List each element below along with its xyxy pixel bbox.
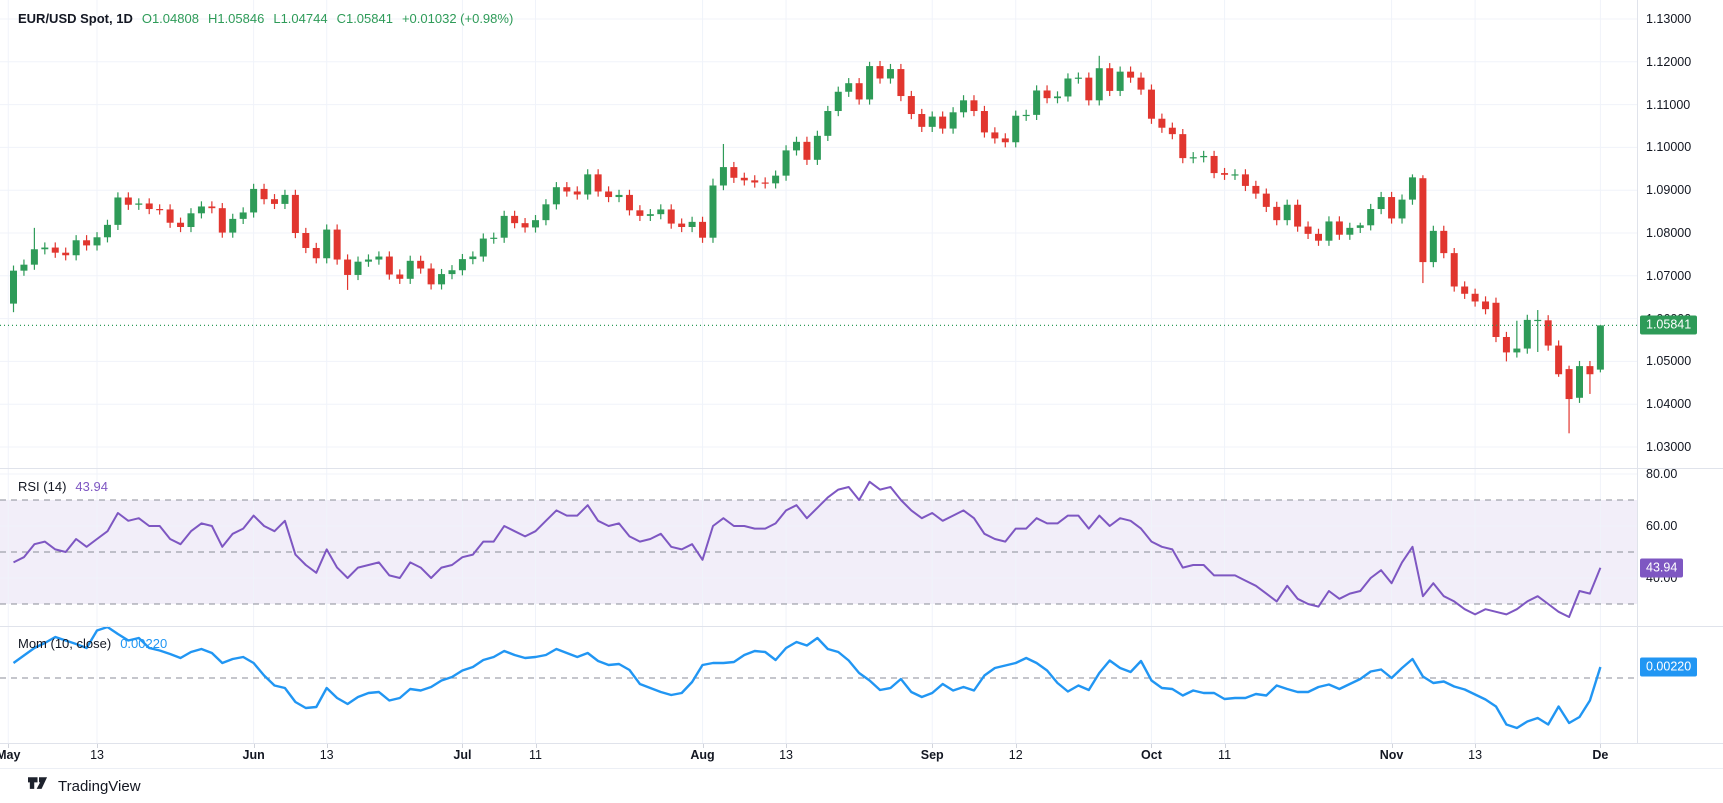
chart-canvas: [0, 0, 1637, 743]
time-axis[interactable]: May 13 Jun 13 Jul 11 Aug 13 Sep 12 Oct 11 Nov 13 De: [0, 743, 1723, 769]
rsi-legend-title[interactable]: RSI (14): [18, 479, 66, 494]
footer-bar: TradingView: [0, 768, 1723, 803]
symbol-legend[interactable]: EUR/USD Spot, 1D O1.04808 H1.05846 L1.04…: [18, 11, 513, 26]
time-axis-label: Sep: [921, 748, 944, 762]
mom-legend-title[interactable]: Mom (10, close): [18, 636, 111, 651]
rsi-legend-value: 43.94: [75, 479, 108, 494]
price-axis-label: 1.11000: [1646, 98, 1690, 112]
time-axis-label: 11: [1218, 748, 1231, 762]
chart-plot-area[interactable]: [0, 0, 1637, 743]
legend-close-value: C1.05841: [337, 11, 393, 26]
price-axis-label: 1.05000: [1646, 354, 1691, 368]
rsi-value-chip: 43.94: [1640, 558, 1683, 577]
price-axis[interactable]: 1.13000 1.12000 1.11000 1.10000 1.09000 1.080…: [1637, 0, 1723, 743]
time-axis-label: 13: [1468, 748, 1482, 762]
time-axis-label: Jul: [453, 748, 471, 762]
tradingview-brand-text[interactable]: TradingView: [58, 778, 141, 795]
pane-separator-rsi-mom[interactable]: [0, 626, 1723, 627]
legend-open-value: O1.04808: [142, 11, 199, 26]
price-axis-label: 1.08000: [1646, 226, 1691, 240]
chart-window: EUR/USD Spot, 1D O1.04808 H1.05846 L1.04…: [0, 0, 1723, 803]
time-axis-label: Oct: [1141, 748, 1162, 762]
time-axis-label: May: [0, 748, 20, 762]
time-axis-label: Nov: [1380, 748, 1404, 762]
rsi-legend[interactable]: RSI (14) 43.94: [18, 479, 108, 494]
legend-high-value: H1.05846: [208, 11, 264, 26]
time-axis-label: De: [1592, 748, 1608, 762]
rsi-axis-label: 60.00: [1646, 519, 1677, 533]
time-axis-label: 13: [90, 748, 104, 762]
price-axis-label: 1.07000: [1646, 269, 1691, 283]
price-axis-label: 1.13000: [1646, 12, 1691, 26]
mom-legend[interactable]: Mom (10, close) 0.00220: [18, 636, 167, 651]
legend-low-value: L1.04744: [273, 11, 327, 26]
rsi-axis-label: 80.00: [1646, 467, 1677, 481]
time-axis-label: Jun: [242, 748, 264, 762]
time-axis-label: Aug: [690, 748, 714, 762]
tradingview-logo-icon[interactable]: [28, 777, 50, 795]
legend-change-value: +0.01032 (+0.98%): [402, 11, 513, 26]
mom-legend-value: 0.00220: [120, 636, 167, 651]
time-axis-label: 13: [779, 748, 793, 762]
time-axis-label: 12: [1009, 748, 1023, 762]
last-price-chip: 1.05841: [1640, 316, 1697, 335]
price-axis-label: 1.10000: [1646, 140, 1691, 154]
price-axis-label: 1.03000: [1646, 440, 1691, 454]
price-axis-label: 1.12000: [1646, 55, 1691, 69]
candlestick-series: [10, 56, 1604, 433]
mom-value-chip: 0.00220: [1640, 658, 1697, 677]
symbol-title[interactable]: EUR/USD Spot, 1D: [18, 11, 133, 26]
gridlines: [0, 0, 1637, 743]
price-axis-label: 1.04000: [1646, 397, 1691, 411]
price-axis-label: 1.09000: [1646, 183, 1691, 197]
pane-separator-price-rsi[interactable]: [0, 468, 1723, 469]
time-axis-label: 11: [529, 748, 542, 762]
time-axis-label: 13: [320, 748, 334, 762]
